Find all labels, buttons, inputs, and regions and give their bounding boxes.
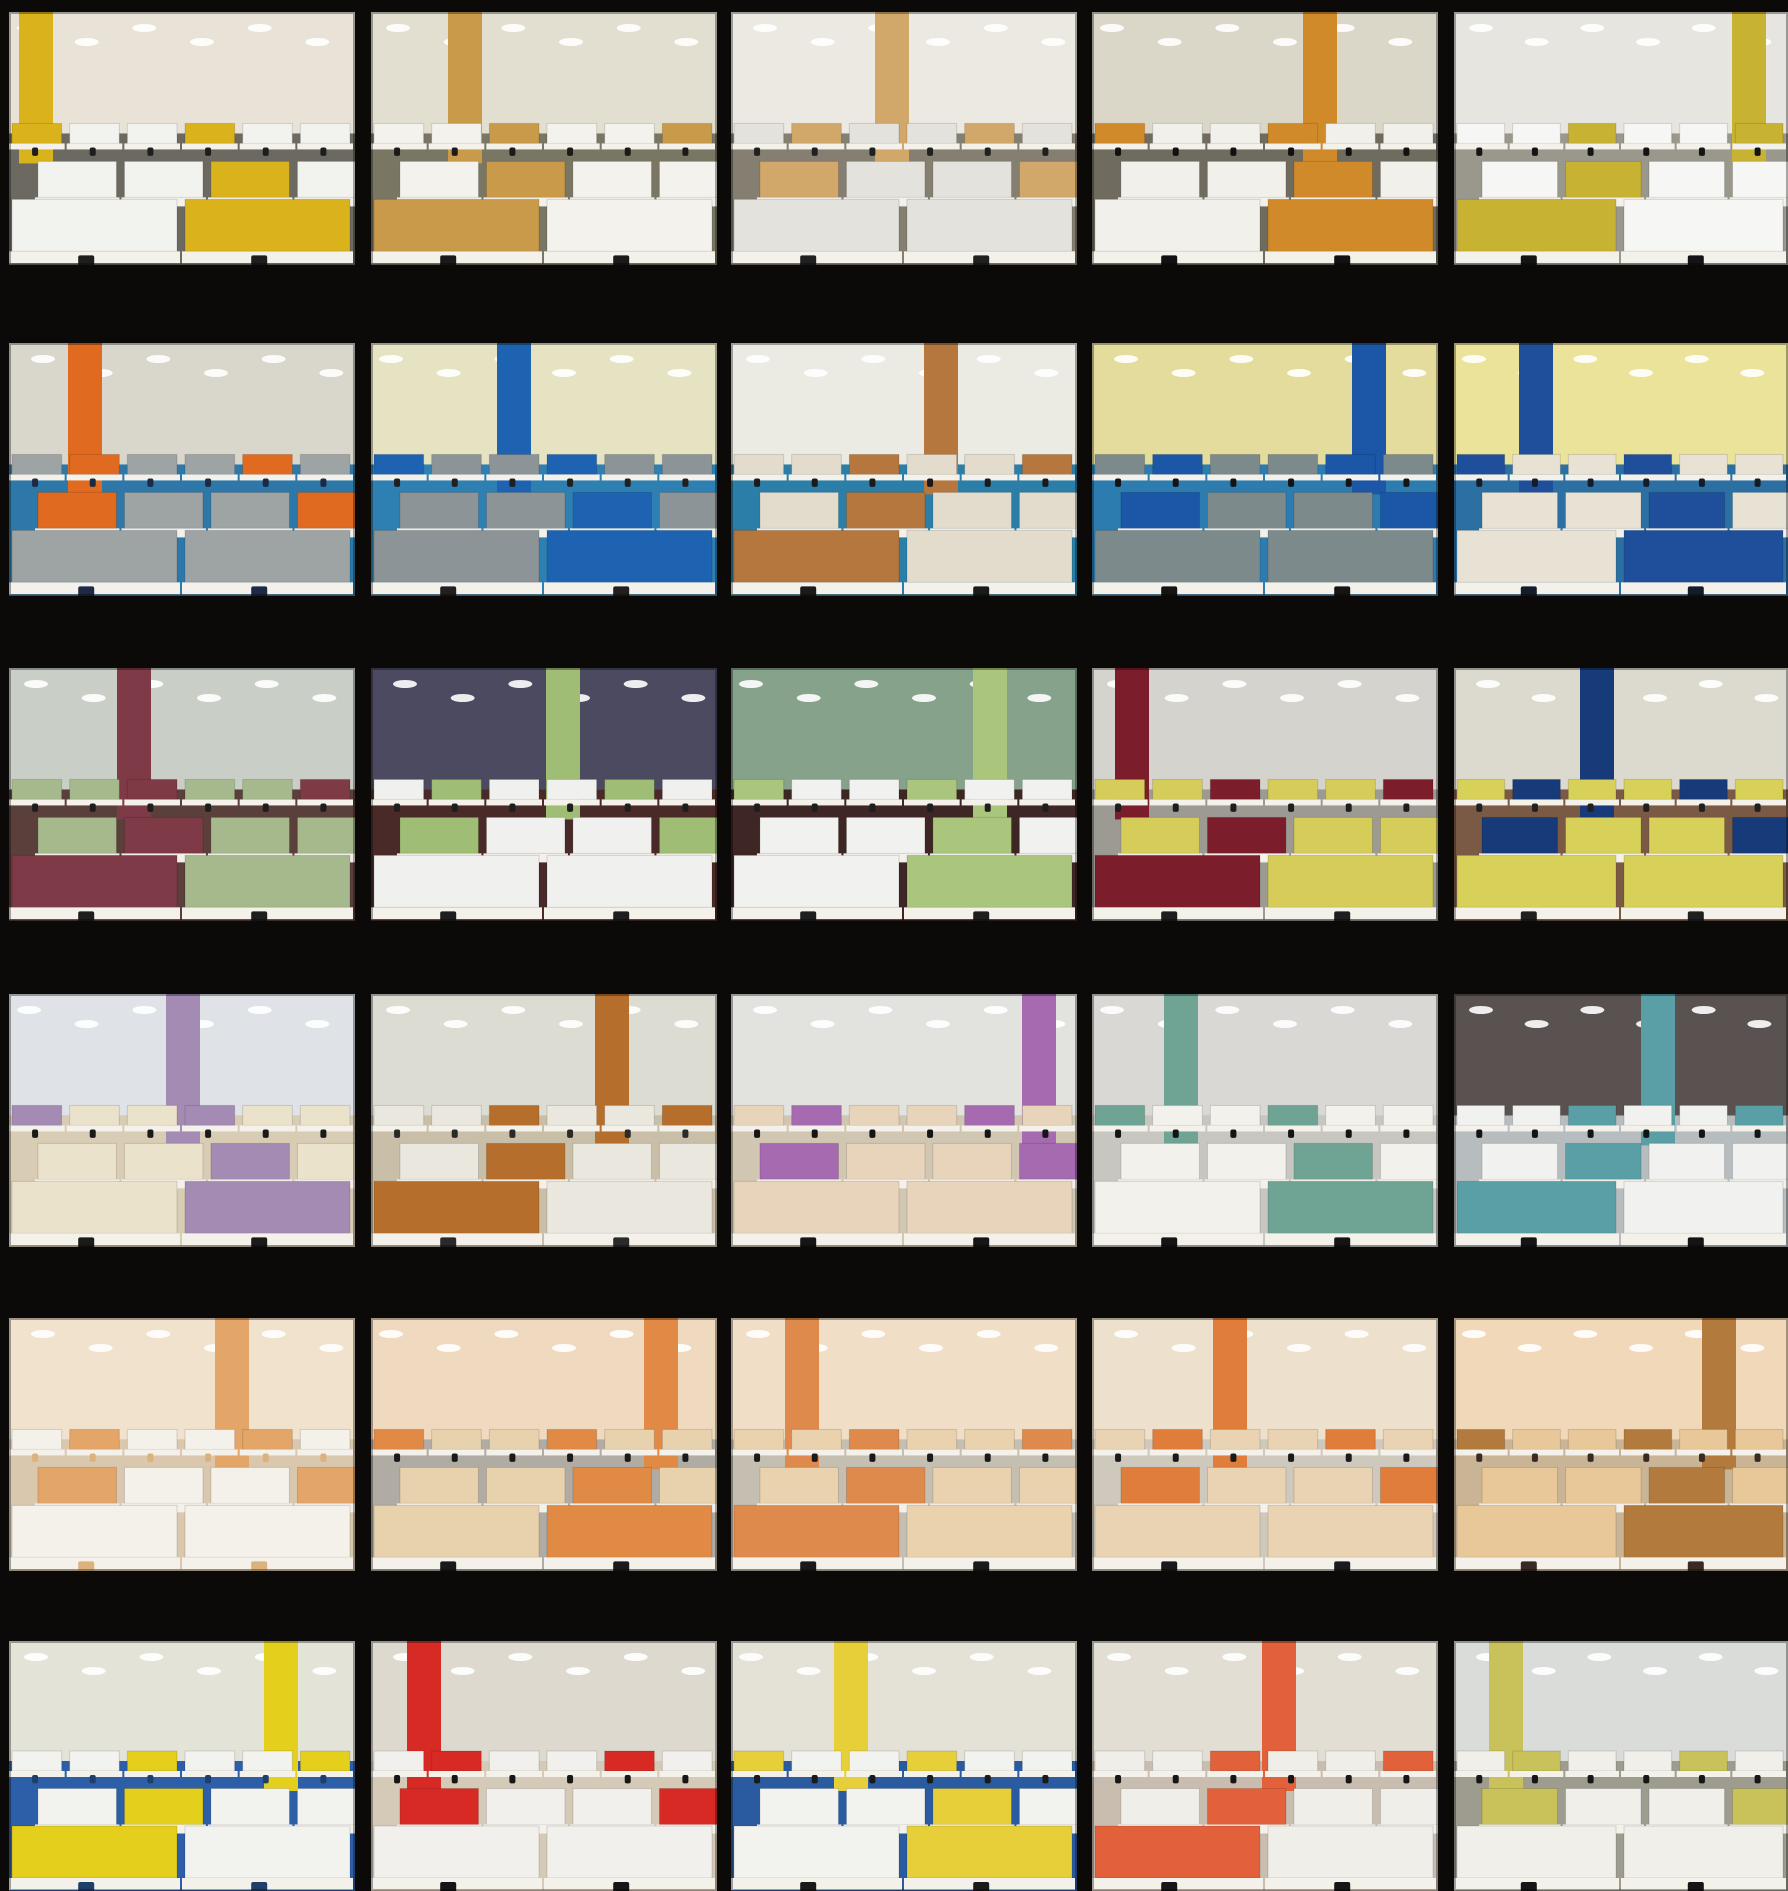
photo-yellow-callcenter-blue-carpet	[9, 1641, 355, 1891]
photo-yellow-wall-workstations	[1454, 343, 1788, 596]
photo-grid	[0, 0, 1788, 1891]
photo-orange-cubicle-hall	[1092, 1318, 1438, 1571]
photo-open-office-yellow-columns	[9, 12, 355, 265]
photo-curved-desk-cluster-mural	[371, 668, 717, 921]
photo-workstations-white-desks	[371, 12, 717, 265]
photo-blue-partitions-corridor	[371, 343, 717, 596]
photo-red-orange-callcenter	[1092, 1641, 1438, 1891]
photo-glass-cabin-whiteboard	[731, 343, 1077, 596]
photo-green-maroon-cluster	[9, 668, 355, 921]
photo-desk-with-laptop	[731, 1318, 1077, 1571]
photo-conference-room-oval-table	[9, 1318, 355, 1571]
photo-l-shaped-desks-blue-carpet	[1092, 343, 1438, 596]
photo-teal-purple-cluster	[1092, 994, 1438, 1247]
photo-maroon-yellow-cubicles	[1092, 668, 1438, 921]
photo-orange-column-grey-partitions	[9, 343, 355, 596]
photo-orange-workstations-pedestals	[371, 1318, 717, 1571]
photo-red-callcenter	[371, 1641, 717, 1891]
photo-yellow-panels-blue-carpet	[731, 1641, 1077, 1891]
photo-open-plan-photo-wall	[1454, 994, 1788, 1247]
photo-cabin-purple-panel	[731, 994, 1077, 1247]
photo-glass-door-meeting-room	[371, 994, 717, 1247]
photo-rows-of-desks-black-chairs	[1092, 12, 1438, 265]
photo-curved-desk-cluster-green	[731, 668, 1077, 921]
photo-blue-curved-wall-cubicles	[1454, 668, 1788, 921]
photo-linear-workstations	[1454, 12, 1788, 265]
photo-reception-desk-plant	[1454, 1318, 1788, 1571]
photo-single-cubicle-corner	[731, 12, 1077, 265]
photo-yellow-green-callcenter	[1454, 1641, 1788, 1891]
photo-beige-desks-purple-panels	[9, 994, 355, 1247]
